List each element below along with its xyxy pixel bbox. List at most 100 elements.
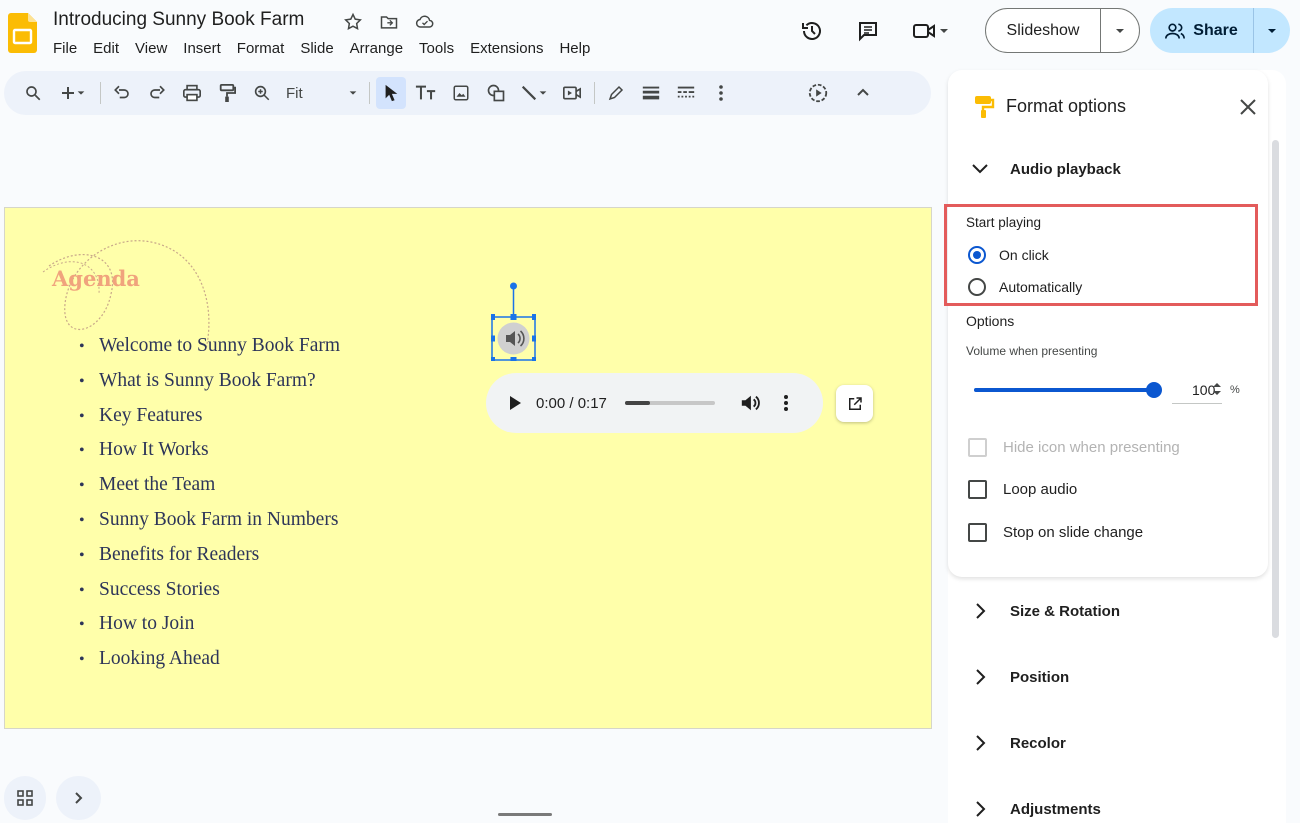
move-folder-icon[interactable]	[376, 10, 402, 34]
audio-progress-bar[interactable]	[624, 401, 715, 405]
chevron-right-icon	[968, 731, 992, 755]
section-title: Recolor	[1010, 734, 1066, 752]
checkbox-loop-audio[interactable]: Loop audio	[968, 480, 1077, 499]
chevron-down-icon	[968, 157, 992, 181]
section-size-rotation[interactable]: Size & Rotation	[968, 599, 1120, 623]
checkbox-hide-icon[interactable]: Hide icon when presenting	[968, 438, 1180, 457]
slideshow-button[interactable]: Slideshow	[985, 8, 1140, 53]
agenda-list[interactable]: Welcome to Sunny Book Farm What is Sunny…	[79, 335, 340, 683]
stepper-arrows-icon[interactable]	[1212, 381, 1222, 402]
open-external-button[interactable]	[836, 385, 873, 422]
chevron-down-icon	[349, 91, 357, 95]
shape-icon[interactable]	[481, 77, 511, 109]
border-weight-icon[interactable]	[636, 77, 666, 109]
chevron-right-icon	[968, 797, 992, 821]
volume-slider-knob[interactable]	[1146, 382, 1162, 398]
title-icons	[340, 10, 438, 34]
audio-playback-title: Audio playback	[1010, 160, 1121, 178]
border-dash-icon[interactable]	[671, 77, 701, 109]
toolbar-divider	[594, 82, 595, 104]
insert-video-icon[interactable]	[557, 77, 587, 109]
zoom-select[interactable]: Fit	[282, 77, 362, 109]
meet-video-icon[interactable]	[904, 14, 958, 48]
star-icon[interactable]	[340, 10, 366, 34]
checkbox[interactable]	[968, 438, 987, 457]
share-dropdown[interactable]	[1254, 8, 1290, 53]
checkbox-label: Hide icon when presenting	[1003, 439, 1180, 456]
slide-canvas[interactable]: Agenda Welcome to Sunny Book Farm What i…	[4, 207, 932, 729]
checkbox-label: Loop audio	[1003, 481, 1078, 498]
list-item: Welcome to Sunny Book Farm	[79, 335, 340, 370]
zoom-icon[interactable]	[247, 77, 277, 109]
cloud-saved-icon[interactable]	[412, 10, 438, 34]
section-recolor[interactable]: Recolor	[968, 731, 1066, 755]
play-icon[interactable]	[508, 395, 522, 411]
menu-file[interactable]: File	[45, 38, 85, 59]
format-options-panel: Format options Audio playback Start play…	[948, 70, 1286, 823]
list-item: Key Features	[79, 405, 340, 440]
menu-format[interactable]: Format	[229, 38, 293, 59]
toolbar-divider	[100, 82, 101, 104]
app-header: Introducing Sunny Book Farm File Edit Vi…	[0, 0, 1300, 68]
panel-scrollbar[interactable]	[1272, 140, 1279, 638]
comments-icon[interactable]	[848, 14, 888, 48]
slide-heading[interactable]: Agenda	[52, 266, 140, 291]
audio-progress-fill	[624, 401, 651, 405]
checkbox[interactable]	[968, 523, 987, 542]
more-vert-icon[interactable]	[783, 394, 789, 412]
pen-icon[interactable]	[601, 77, 631, 109]
menu-edit[interactable]: Edit	[85, 38, 127, 59]
chevron-down-icon	[77, 91, 85, 95]
slideshow-label[interactable]: Slideshow	[986, 9, 1101, 52]
collapse-toolbar-icon[interactable]	[848, 77, 878, 109]
line-tool-button[interactable]	[516, 77, 552, 109]
chevron-down-icon	[1268, 28, 1276, 33]
paint-roller-icon	[973, 95, 995, 124]
menu-tools[interactable]: Tools	[411, 38, 462, 59]
slideshow-dropdown[interactable]	[1101, 9, 1139, 52]
version-history-icon[interactable]	[792, 14, 832, 48]
chevron-down-icon	[940, 29, 948, 33]
share-button[interactable]: Share	[1150, 8, 1290, 53]
people-icon	[1165, 23, 1186, 39]
show-filmstrip-button[interactable]	[56, 776, 101, 820]
undo-icon[interactable]	[107, 77, 137, 109]
paint-format-icon[interactable]	[212, 77, 242, 109]
audio-playback-header[interactable]: Audio playback	[968, 157, 1121, 181]
grid-view-button[interactable]	[4, 776, 46, 820]
redo-icon[interactable]	[142, 77, 172, 109]
menu-help[interactable]: Help	[551, 38, 598, 59]
volume-slider[interactable]	[974, 382, 1162, 398]
notes-drag-handle[interactable]	[498, 813, 552, 816]
select-tool-icon[interactable]	[376, 77, 406, 109]
menu-slide[interactable]: Slide	[292, 38, 341, 59]
slides-logo-icon[interactable]	[8, 13, 37, 53]
zoom-value: Fit	[286, 84, 303, 102]
annotation-highlight-box	[944, 204, 1258, 306]
section-position[interactable]: Position	[968, 665, 1069, 689]
close-icon[interactable]	[1235, 94, 1261, 120]
list-item: Meet the Team	[79, 474, 340, 509]
menu-extensions[interactable]: Extensions	[462, 38, 551, 59]
volume-unit: %	[1230, 384, 1240, 396]
toolbar: Fit	[4, 71, 931, 115]
volume-icon[interactable]	[739, 393, 761, 413]
print-icon[interactable]	[177, 77, 207, 109]
text-box-icon[interactable]	[411, 77, 441, 109]
section-adjustments[interactable]: Adjustments	[968, 797, 1101, 821]
more-options-icon[interactable]	[706, 77, 736, 109]
menu-insert[interactable]: Insert	[175, 38, 229, 59]
chevron-down-icon	[1116, 28, 1124, 33]
share-main[interactable]: Share	[1150, 8, 1254, 53]
menu-view[interactable]: View	[127, 38, 175, 59]
checkbox[interactable]	[968, 480, 987, 499]
menu-arrange[interactable]: Arrange	[342, 38, 411, 59]
new-slide-button[interactable]	[53, 77, 93, 109]
audio-object-selected[interactable]	[491, 282, 536, 361]
volume-label: Volume when presenting	[966, 344, 1098, 358]
search-menus-icon[interactable]	[18, 77, 48, 109]
document-title[interactable]: Introducing Sunny Book Farm	[53, 9, 304, 31]
checkbox-stop-on-slide-change[interactable]: Stop on slide change	[968, 523, 1143, 542]
insert-image-icon[interactable]	[446, 77, 476, 109]
animation-icon[interactable]	[803, 77, 833, 109]
